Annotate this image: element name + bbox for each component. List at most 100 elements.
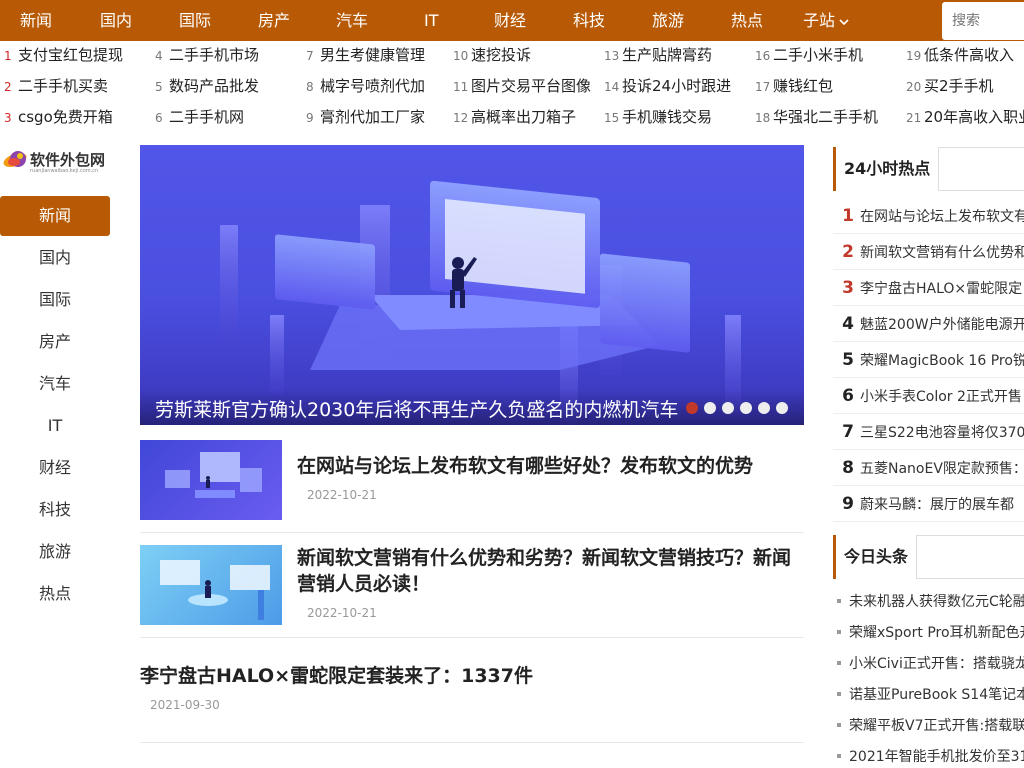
logo-text: 软件外包网 — [30, 151, 106, 169]
hot-item[interactable]: 2 新闻软文营销有什么优势和 — [833, 234, 1024, 270]
leftnav-item-finance[interactable]: 财经 — [0, 448, 110, 488]
article-thumbnail[interactable] — [140, 545, 282, 625]
keyword-link[interactable]: 1 支付宝红包提现 — [4, 40, 123, 71]
keyword-link[interactable]: 7 男生考健康管理 — [306, 40, 425, 71]
keyword-link[interactable]: 4 二手手机市场 — [155, 40, 259, 71]
hot-rank: 2 — [842, 242, 854, 262]
keyword-link[interactable]: 2 二手手机买卖 — [4, 71, 108, 102]
keyword-link[interactable]: 20 买2手手机 — [906, 71, 994, 102]
bullet-icon — [837, 722, 841, 727]
banner-carousel[interactable]: 劳斯莱斯官方确认2030年后将不再生产久负盛名的内燃机汽车 — [140, 145, 804, 425]
keyword-rank: 19 — [906, 49, 922, 63]
headline-item[interactable]: 诺基亚PureBook S14笔记本 — [833, 680, 1024, 711]
topnav-item-hot[interactable]: 热点 — [731, 0, 763, 41]
hot-item[interactable]: 7 三星S22电池容量将仅370 — [833, 414, 1024, 450]
keyword-text: 速挖投诉 — [471, 46, 532, 64]
article-thumbnail[interactable] — [140, 440, 282, 520]
leftnav-item-news[interactable]: 新闻 — [0, 196, 110, 236]
topnav-item-realestate[interactable]: 房产 — [258, 0, 290, 41]
keyword-link[interactable]: 3 csgo免费开箱 — [4, 102, 113, 133]
banner-caption[interactable]: 劳斯莱斯官方确认2030年后将不再生产久负盛名的内燃机汽车 — [155, 395, 678, 422]
keyword-link[interactable]: 18 华强北二手手机 — [755, 102, 878, 133]
keyword-rank: 4 — [155, 49, 163, 63]
keyword-rank: 2 — [4, 80, 12, 94]
keyword-link[interactable]: 6 二手手机网 — [155, 102, 244, 133]
carousel-dot[interactable] — [758, 402, 770, 414]
keyword-link[interactable]: 13 生产贴牌膏药 — [604, 40, 712, 71]
keyword-link[interactable]: 19 低条件高收入 — [906, 40, 1014, 71]
keyword-rank: 14 — [604, 80, 620, 94]
hot-text: 五菱NanoEV限定款预售： — [860, 461, 1024, 477]
bullet-icon — [837, 753, 841, 758]
topnav-item-news[interactable]: 新闻 — [20, 0, 52, 41]
topnav-item-auto[interactable]: 汽车 — [336, 0, 368, 41]
carousel-dot[interactable] — [722, 402, 734, 414]
keyword-link[interactable]: 16 二手小米手机 — [755, 40, 863, 71]
keyword-link[interactable]: 11 图片交易平台图像 — [453, 71, 591, 102]
carousel-dot[interactable] — [704, 402, 716, 414]
article-title[interactable]: 新闻软文营销有什么优势和劣势？新闻软文营销技巧？新闻营销人员必读！ — [297, 545, 797, 597]
article-title[interactable]: 在网站与论坛上发布软文有哪些好处？发布软文的优势 — [297, 453, 797, 479]
hot-item[interactable]: 6 小米手表Color 2正式开售 — [833, 378, 1024, 414]
site-logo[interactable]: 软件外包网 ruanjianwaibao.keji.com.cn — [0, 143, 115, 179]
keyword-text: 二手手机市场 — [169, 46, 260, 64]
hot-item[interactable]: 9 蔚来马麟：展厅的展车都 — [833, 486, 1024, 522]
headline-text: 未来机器人获得数亿元C轮融 — [849, 594, 1024, 610]
keyword-link[interactable]: 12 高概率出刀箱子 — [453, 102, 576, 133]
topnav-item-international[interactable]: 国际 — [179, 0, 211, 41]
keyword-link[interactable]: 17 赚钱红包 — [755, 71, 833, 102]
headline-item[interactable]: 2021年智能手机批发价至31 — [833, 742, 1024, 768]
keyword-link[interactable]: 8 械字号喷剂代加 — [306, 71, 425, 102]
keyword-link[interactable]: 21 20年高收入职业 — [906, 102, 1024, 133]
keyword-rank: 7 — [306, 49, 314, 63]
leftnav-item-international[interactable]: 国际 — [0, 280, 110, 320]
keyword-link[interactable]: 5 数码产品批发 — [155, 71, 259, 102]
hot-item[interactable]: 5 荣耀MagicBook 16 Pro锐 — [833, 342, 1024, 378]
topnav-item-domestic[interactable]: 国内 — [100, 0, 132, 41]
keyword-rank: 18 — [755, 111, 771, 125]
topnav-subsite-dropdown[interactable]: 子站 — [803, 0, 849, 41]
leftnav-item-auto[interactable]: 汽车 — [0, 364, 110, 404]
keyword-link[interactable]: 15 手机赚钱交易 — [604, 102, 712, 133]
keyword-rank: 21 — [906, 111, 922, 125]
hot-item[interactable]: 4 魅蓝200W户外储能电源开 — [833, 306, 1024, 342]
article-divider — [140, 532, 804, 533]
hot-item[interactable]: 1 在网站与论坛上发布软文有 — [833, 198, 1024, 234]
topnav-item-tech[interactable]: 科技 — [573, 0, 605, 41]
leftnav-item-travel[interactable]: 旅游 — [0, 532, 110, 572]
hot-text: 魅蓝200W户外储能电源开 — [860, 317, 1024, 333]
keyword-link[interactable]: 14 投诉24小时跟进 — [604, 71, 731, 102]
headline-item[interactable]: 荣耀平板V7正式开售:搭载联 — [833, 711, 1024, 742]
hot-rank: 3 — [842, 278, 854, 298]
keyword-link[interactable]: 9 膏剂代加工厂家 — [306, 102, 425, 133]
hot-item[interactable]: 3 李宁盘古HALO×雷蛇限定 — [833, 270, 1024, 306]
keyword-text: 20年高收入职业 — [924, 108, 1024, 126]
leftnav-item-hot[interactable]: 热点 — [0, 574, 110, 614]
headlines-panel-header: 今日头条 — [833, 535, 1024, 579]
carousel-dot[interactable] — [776, 402, 788, 414]
article-title[interactable]: 李宁盘古HALO×雷蛇限定套装来了：1337件 — [140, 663, 740, 689]
headline-item[interactable]: 未来机器人获得数亿元C轮融 — [833, 587, 1024, 618]
carousel-dot[interactable] — [740, 402, 752, 414]
keyword-text: 膏剂代加工厂家 — [320, 108, 426, 126]
leftnav-item-it[interactable]: IT — [0, 406, 110, 446]
keyword-rank: 20 — [906, 80, 922, 94]
headline-text: 诺基亚PureBook S14笔记本 — [849, 687, 1024, 703]
leftnav-item-realestate[interactable]: 房产 — [0, 322, 110, 362]
headline-item[interactable]: 荣耀xSport Pro耳机新配色开 — [833, 618, 1024, 649]
topnav-item-travel[interactable]: 旅游 — [652, 0, 684, 41]
headline-item[interactable]: 小米Civi正式开售：搭载骁龙 — [833, 649, 1024, 680]
keyword-link[interactable]: 10 速挖投诉 — [453, 40, 531, 71]
keyword-text: 投诉24小时跟进 — [622, 77, 732, 95]
keyword-rank: 5 — [155, 80, 163, 94]
topnav-item-finance[interactable]: 财经 — [494, 0, 526, 41]
leftnav-item-domestic[interactable]: 国内 — [0, 238, 110, 278]
hot-rank: 8 — [842, 458, 854, 478]
carousel-dot[interactable] — [686, 402, 698, 414]
article-date: 2022-10-21 — [307, 606, 377, 620]
hot-text: 蔚来马麟：展厅的展车都 — [860, 497, 1014, 513]
search-input[interactable] — [942, 2, 1024, 40]
hot-item[interactable]: 8 五菱NanoEV限定款预售： — [833, 450, 1024, 486]
topnav-item-it[interactable]: IT — [424, 0, 439, 41]
leftnav-item-tech[interactable]: 科技 — [0, 490, 110, 530]
